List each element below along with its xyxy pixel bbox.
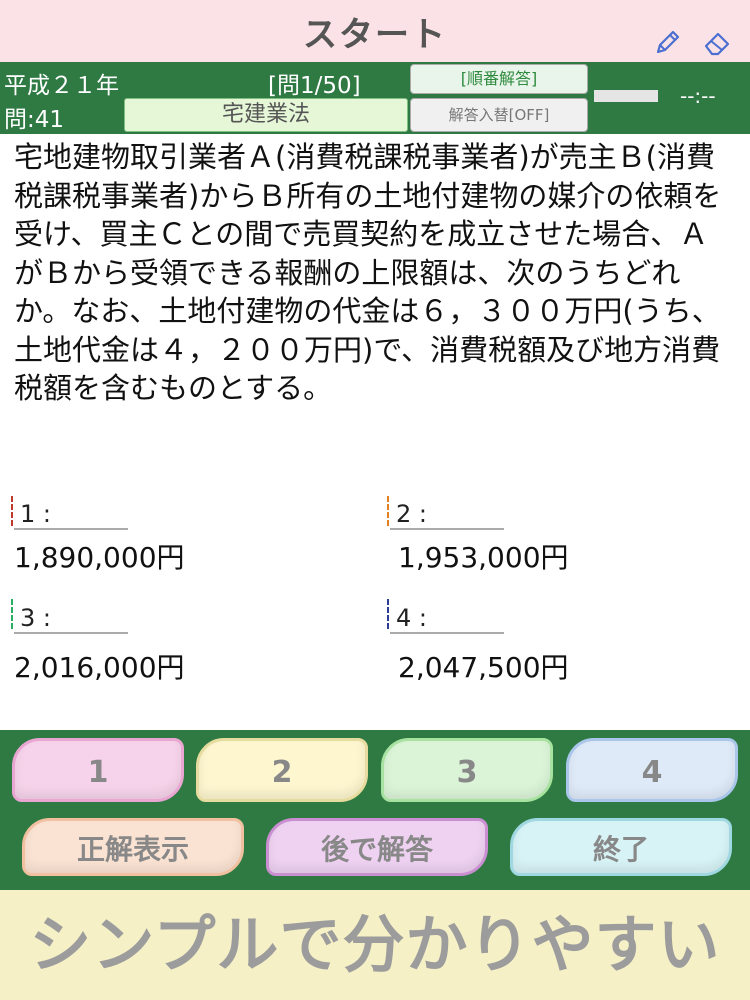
option-4-value: 2,047,500円 <box>398 651 569 684</box>
option-2-label: 2 : <box>390 496 504 530</box>
eraser-icon[interactable] <box>703 28 733 56</box>
option-1-marker <box>11 496 13 526</box>
option-3-value: 2,016,000円 <box>14 651 185 684</box>
banner-slogan: シンプルで分かりやすい <box>29 908 721 981</box>
question-text: 宅地建物取引業者Ａ(消費税課税事業者)が売主Ｂ(消費税課税事業者)からＢ所有の土… <box>14 140 722 405</box>
exam-year: 平成２１年 <box>4 73 119 99</box>
finish-button[interactable]: 終了 <box>510 818 732 876</box>
option-3-marker <box>11 599 13 629</box>
option-1-label: 1 : <box>14 496 128 530</box>
option-1-value: 1,890,000円 <box>14 541 185 574</box>
category-button[interactable]: 宅建業法 <box>124 98 408 132</box>
answer-1-button[interactable]: 1 <box>12 738 184 802</box>
question-progress: [問1/50] <box>268 73 361 99</box>
answer-3-button[interactable]: 3 <box>381 738 553 802</box>
option-2-marker <box>387 496 389 526</box>
option-4-label: 4 : <box>390 600 504 634</box>
show-answer-button[interactable]: 正解表示 <box>22 818 244 876</box>
question-number: 問:41 <box>4 107 65 133</box>
answer-2-button[interactable]: 2 <box>196 738 368 802</box>
timer: --:-- <box>680 84 716 108</box>
option-2-value: 1,953,000円 <box>398 541 569 574</box>
answer-swap-toggle[interactable]: 解答入替[OFF] <box>410 98 588 132</box>
score-bar <box>594 90 658 102</box>
page-title: スタート <box>303 15 447 55</box>
order-answer-button[interactable]: [順番解答] <box>410 64 588 94</box>
pencil-icon[interactable] <box>654 28 682 56</box>
answer-later-button[interactable]: 後で解答 <box>266 818 488 876</box>
option-3-label: 3 : <box>14 600 128 634</box>
answer-4-button[interactable]: 4 <box>566 738 738 802</box>
option-4-marker <box>387 599 389 629</box>
